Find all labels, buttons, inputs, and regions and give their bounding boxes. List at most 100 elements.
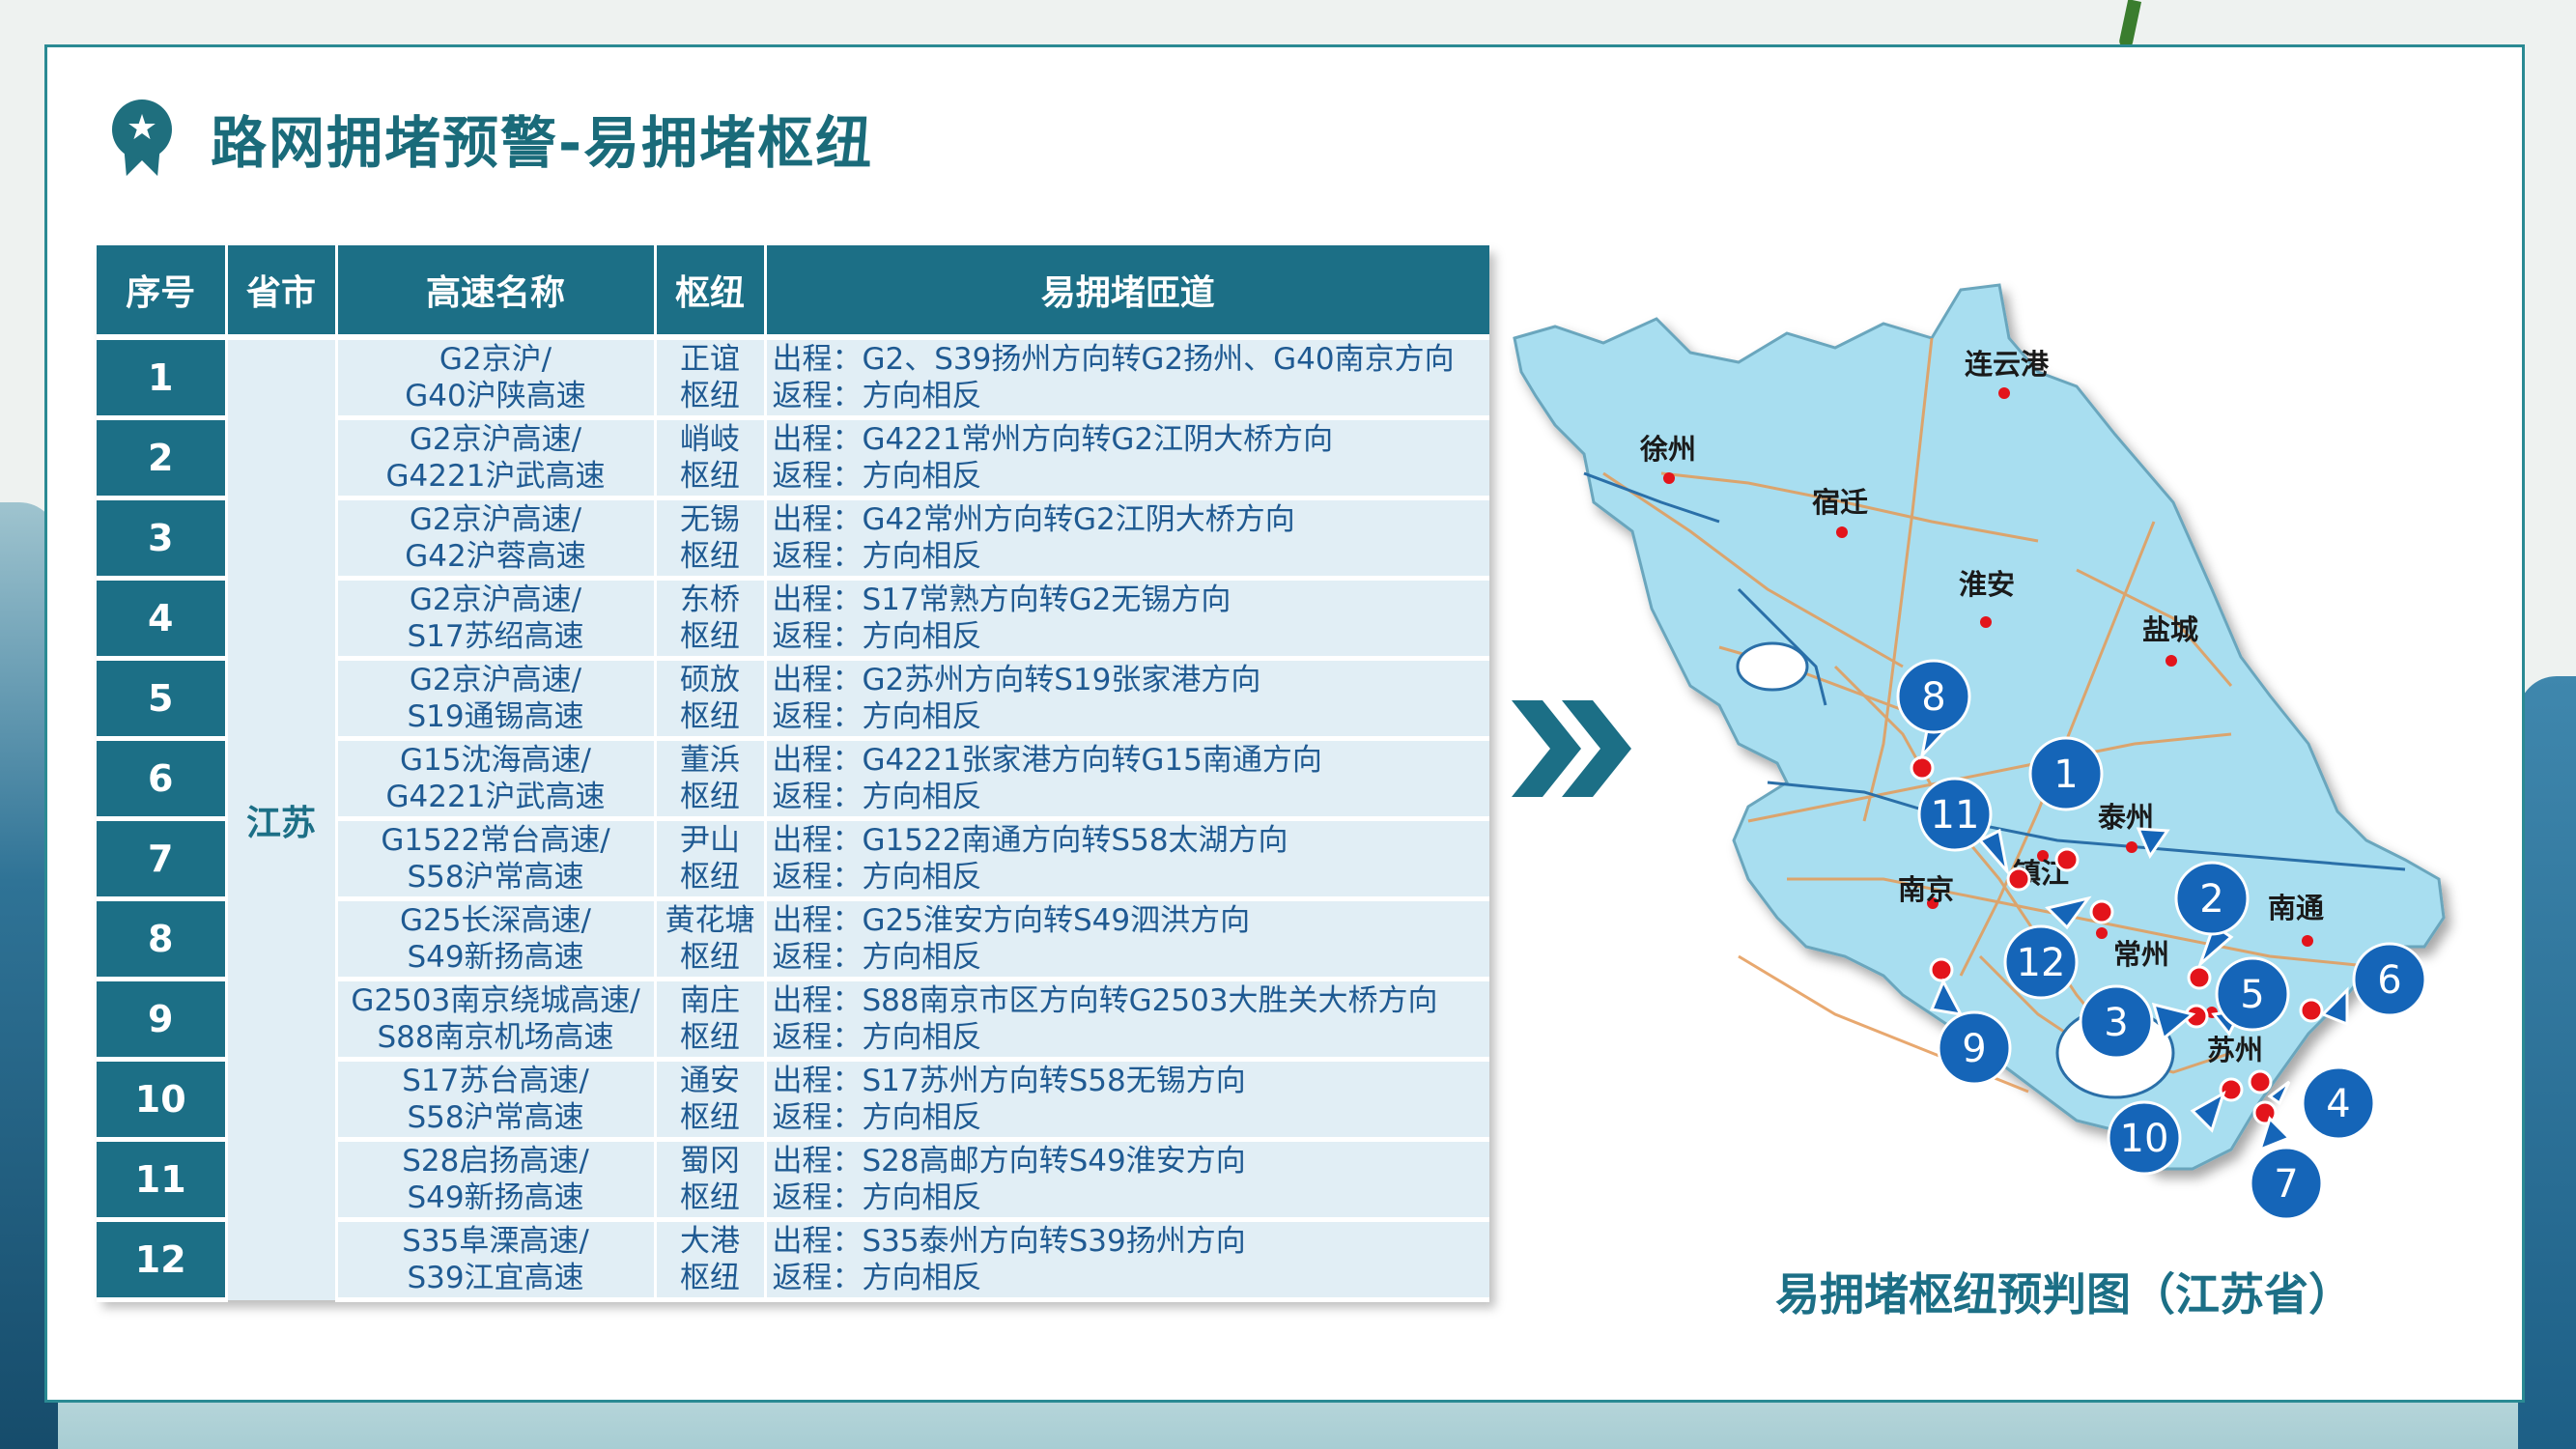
hub-name: 黄花塘 <box>665 903 755 938</box>
highway-cell: S35阜溧高速/S39江宜高速 <box>336 1219 657 1302</box>
title-area: ★ 路网拥堵预警-易拥堵枢纽 <box>108 95 873 182</box>
ramp-cell: 出程：G4221张家港方向转G15南通方向 返程：方向相反 <box>765 738 1489 821</box>
svg-text:3: 3 <box>2104 1001 2128 1045</box>
highway-cell: S17苏台高速/S58沪常高速 <box>336 1059 657 1142</box>
outbound-route: 出程：S17苏州方向转S58无锡方向 <box>772 1064 1246 1098</box>
highway-name: G42沪蓉高速 <box>405 539 586 574</box>
highway-cell: G25长深高速/S49新扬高速 <box>336 898 657 981</box>
hub-cell: 尹山 枢纽 <box>655 818 767 901</box>
city-suqian: 宿迁 <box>1812 486 1868 519</box>
hub-name: 枢纽 <box>680 1020 740 1055</box>
seq-cell: 1 <box>97 337 228 420</box>
ramp-cell: 出程：S88南京市区方向转G2503大胜关大桥方向 返程：方向相反 <box>765 979 1489 1062</box>
highway-name: S58沪常高速 <box>407 1100 584 1135</box>
outbound-route: 出程：G4221常州方向转G2江阴大桥方向 <box>772 422 1334 457</box>
hub-name: 董浜 <box>680 743 740 778</box>
ramp-cell: 出程：G25淮安方向转S49泗洪方向 返程：方向相反 <box>765 898 1489 981</box>
hub-cell: 正谊 枢纽 <box>655 337 767 420</box>
hub-name: 大港 <box>680 1224 740 1259</box>
outbound-route: 出程：G25淮安方向转S49泗洪方向 <box>772 903 1251 938</box>
highway-name: G1522常台高速/ <box>381 823 610 858</box>
outbound-route: 出程：G2、S39扬州方向转G2扬州、G40南京方向 <box>772 342 1455 377</box>
svg-text:6: 6 <box>2377 958 2401 1003</box>
svg-text:11: 11 <box>1931 793 1980 838</box>
svg-text:5: 5 <box>2240 973 2264 1017</box>
ramp-cell: 出程：G4221常州方向转G2江阴大桥方向 返程：方向相反 <box>765 417 1489 500</box>
outbound-route: 出程：S35泰州方向转S39扬州方向 <box>772 1224 1246 1259</box>
city-lianyungang: 连云港 <box>1965 348 2050 381</box>
highway-name: S88南京机场高速 <box>377 1020 614 1055</box>
highway-name: G2京沪高速/ <box>409 663 582 697</box>
highway-cell: G2京沪高速/S17苏绍高速 <box>336 578 657 661</box>
svg-text:10: 10 <box>2120 1117 2169 1161</box>
highway-cell: G2京沪高速/G42沪蓉高速 <box>336 497 657 581</box>
header-hub: 枢纽 <box>655 245 767 340</box>
ramp-cell: 出程：S35泰州方向转S39扬州方向 返程：方向相反 <box>765 1219 1489 1302</box>
svg-text:12: 12 <box>2017 941 2066 985</box>
highway-cell: G2京沪高速/G4221沪武高速 <box>336 417 657 500</box>
hub-name: 枢纽 <box>680 619 740 654</box>
highway-name: S49新扬高速 <box>407 1180 584 1215</box>
hub-name: 枢纽 <box>680 1180 740 1215</box>
return-route: 返程：方向相反 <box>772 1100 982 1135</box>
city-nantong: 南通 <box>2268 892 2324 924</box>
outbound-route: 出程：S88南京市区方向转G2503大胜关大桥方向 <box>772 983 1438 1018</box>
highway-name: S17苏台高速/ <box>402 1064 589 1098</box>
outbound-route: 出程：G42常州方向转G2江阴大桥方向 <box>772 502 1295 537</box>
highway-name: S58沪常高速 <box>407 860 584 895</box>
return-route: 返程：方向相反 <box>772 619 982 654</box>
badge-icon: ★ <box>108 99 176 181</box>
highway-name: G4221沪武高速 <box>385 459 606 494</box>
seq-cell: 4 <box>97 578 228 661</box>
city-nanjing: 南京 <box>1898 873 1954 906</box>
header-highway: 高速名称 <box>336 245 657 340</box>
highway-name: G4221沪武高速 <box>385 780 606 814</box>
return-route: 返程：方向相反 <box>772 459 982 494</box>
hub-name: 枢纽 <box>680 379 740 413</box>
hub-name: 尹山 <box>680 823 740 858</box>
return-route: 返程：方向相反 <box>772 699 982 734</box>
hub-cell: 南庄 枢纽 <box>655 979 767 1062</box>
hub-cell: 无锡 枢纽 <box>655 497 767 581</box>
outbound-route: 出程：G4221张家港方向转G15南通方向 <box>772 743 1322 778</box>
outbound-route: 出程：S28高邮方向转S49淮安方向 <box>772 1144 1246 1179</box>
highway-name: S35阜溧高速/ <box>402 1224 589 1259</box>
hub-name: 枢纽 <box>680 1100 740 1135</box>
seq-cell: 8 <box>97 898 228 981</box>
hub-name: 通安 <box>680 1064 740 1098</box>
highway-name: G25长深高速/ <box>400 903 591 938</box>
highway-cell: G15沈海高速/G4221沪武高速 <box>336 738 657 821</box>
hub-name: 枢纽 <box>680 459 740 494</box>
city-yancheng: 盐城 <box>2142 613 2198 646</box>
ramp-cell: 出程：S17常熟方向转G2无锡方向 返程：方向相反 <box>765 578 1489 661</box>
hub-cell: 东桥 枢纽 <box>655 578 767 661</box>
return-route: 返程：方向相反 <box>772 379 982 413</box>
highway-name: G40沪陕高速 <box>405 379 586 413</box>
hub-cell: 大港 枢纽 <box>655 1219 767 1302</box>
hub-name: 枢纽 <box>680 699 740 734</box>
marker-4: 4 <box>2267 1065 2376 1141</box>
jiangsu-map: 连云港 徐州 宿迁 淮安 盐城 泰州 镇江 南京 常州 南通 苏州 1 2 3 … <box>1513 283 2446 1221</box>
marker-7: 7 <box>2249 1116 2324 1221</box>
highway-name: S17苏绍高速 <box>407 619 584 654</box>
hub-name: 东桥 <box>680 582 740 617</box>
return-route: 返程：方向相反 <box>772 780 982 814</box>
seq-cell: 9 <box>97 979 228 1062</box>
svg-text:2: 2 <box>2199 877 2223 922</box>
map-caption: 易拥堵枢纽预判图（江苏省） <box>1775 1268 2353 1321</box>
seq-cell: 5 <box>97 658 228 741</box>
hub-name: 枢纽 <box>680 780 740 814</box>
header-seq: 序号 <box>97 245 228 340</box>
outbound-route: 出程：G1522南通方向转S58太湖方向 <box>772 823 1288 858</box>
hub-name: 南庄 <box>680 983 740 1018</box>
highway-name: G2京沪高速/ <box>409 502 582 537</box>
highway-cell: G2京沪高速/S19通锡高速 <box>336 658 657 741</box>
seq-cell: 6 <box>97 738 228 821</box>
highway-cell: G2503南京绕城高速/S88南京机场高速 <box>336 979 657 1062</box>
table-header-row: 序号 省市 高速名称 枢纽 易拥堵匝道 <box>97 245 1489 340</box>
seq-cell: 3 <box>97 497 228 581</box>
leaf-decoration <box>2117 0 2142 49</box>
return-route: 返程：方向相反 <box>772 1261 982 1295</box>
svg-text:9: 9 <box>1962 1027 1986 1071</box>
seq-cell: 11 <box>97 1139 228 1222</box>
